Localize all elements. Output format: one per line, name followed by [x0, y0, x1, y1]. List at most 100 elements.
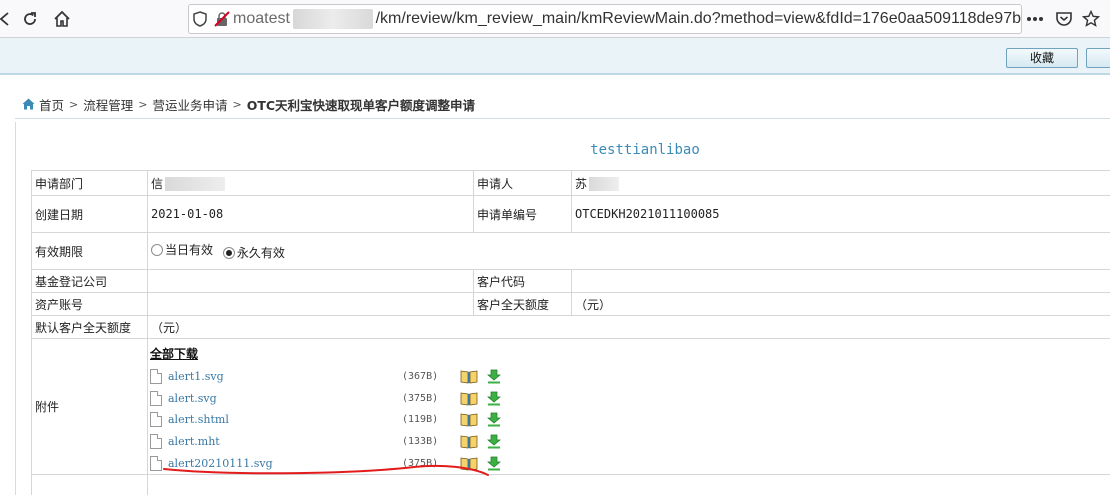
- attachment-row: alert.mht (133B): [150, 431, 1107, 453]
- client-code-label: 客户代码: [473, 269, 572, 293]
- breadcrumb-item-operations[interactable]: 营运业务申请: [152, 95, 227, 114]
- file-icon: [150, 412, 162, 428]
- favorite-button[interactable]: 收藏: [1006, 48, 1078, 68]
- attachment-name-link[interactable]: alert1.svg: [168, 370, 402, 383]
- empty-cell: [147, 473, 1110, 495]
- table-row: 默认客户全天额度 （元）: [31, 315, 1110, 339]
- validity-label: 有效期限: [31, 232, 148, 270]
- radio-icon[interactable]: [151, 243, 163, 256]
- breadcrumb-current: OTC天利宝快速取现单客户额度调整申请: [246, 97, 476, 113]
- file-icon: [150, 455, 162, 471]
- redaction: [165, 177, 226, 191]
- attachments-label: 附件: [31, 338, 148, 475]
- file-icon: [150, 390, 162, 406]
- reload-icon[interactable]: [18, 7, 42, 31]
- url-host: moatest: [233, 10, 290, 27]
- table-row: [31, 473, 1110, 495]
- asset-account-value: [147, 292, 474, 316]
- download-icon[interactable]: [486, 369, 502, 384]
- chevron-right-icon: >: [69, 97, 79, 111]
- table-row: 资产账号 客户全天额度 （元）: [31, 292, 1110, 316]
- next-button[interactable]: [1086, 48, 1110, 68]
- breadcrumb-home[interactable]: 首页: [39, 95, 64, 114]
- attachment-row: alert1.svg (367B): [150, 366, 1107, 388]
- divider: [15, 118, 1110, 119]
- default-limit-label: 默认客户全天额度: [31, 315, 148, 339]
- default-limit-value: （元）: [147, 315, 1110, 339]
- table-row: 申请部门 信 申请人 苏: [31, 170, 1110, 196]
- attachment-name-link[interactable]: alert.shtml: [168, 413, 402, 426]
- validity-radio-permanent[interactable]: 永久有效: [222, 244, 285, 261]
- url-bar[interactable]: moatest /km/review/km_review_main/kmRevi…: [188, 4, 1022, 34]
- attachment-row: alert20210111.svg (375B): [150, 452, 1107, 474]
- attachment-size: (119B): [402, 414, 439, 426]
- attachment-name-link[interactable]: alert20210111.svg: [168, 457, 402, 470]
- table-row: 基金登记公司 客户代码: [31, 269, 1110, 293]
- book-view-icon[interactable]: [460, 456, 478, 471]
- validity-options: 当日有效 永久有效: [147, 232, 1110, 270]
- client-limit-label: 客户全天额度: [473, 292, 572, 316]
- attachment-name-link[interactable]: alert.mht: [168, 435, 402, 448]
- breadcrumb-item-process[interactable]: 流程管理: [83, 95, 133, 114]
- book-view-icon[interactable]: [460, 412, 478, 427]
- attachment-size: (133B): [402, 436, 439, 448]
- dept-value: 信: [147, 170, 474, 196]
- page-header-strip: [0, 38, 1110, 75]
- created-date-value: 2021-01-08: [147, 195, 474, 233]
- empty-cell: [31, 473, 148, 495]
- home-icon: [22, 98, 35, 110]
- url-path: /km/review/km_review_main/kmReviewMain.d…: [375, 10, 1021, 27]
- browser-toolbar: moatest /km/review/km_review_main/kmRevi…: [0, 0, 1110, 38]
- book-view-icon[interactable]: [460, 391, 478, 406]
- book-view-icon[interactable]: [460, 369, 478, 384]
- fund-company-value: [147, 269, 474, 293]
- chevron-right-icon: >: [232, 97, 242, 111]
- home-icon[interactable]: [50, 7, 74, 31]
- attachment-size: (375B): [402, 392, 439, 404]
- attachment-size: (367B): [402, 371, 439, 383]
- pocket-icon[interactable]: [1053, 8, 1075, 30]
- download-all-link[interactable]: 全部下载: [150, 345, 198, 362]
- download-icon[interactable]: [486, 456, 502, 471]
- request-number-value: OTCEDKH2021011100085: [571, 195, 1110, 233]
- file-icon: [150, 369, 162, 385]
- attachment-list: alert1.svg (367B) alert.svg (375B) alert.sht…: [150, 366, 1107, 474]
- request-number-label: 申请单编号: [473, 195, 572, 233]
- url-redaction: [292, 9, 373, 29]
- table-row: 有效期限 当日有效 永久有效: [31, 232, 1110, 270]
- attachment-size: (375B): [402, 457, 439, 469]
- url-text: moatest /km/review/km_review_main/kmRevi…: [233, 9, 1021, 29]
- validity-opt2-label: 永久有效: [236, 246, 285, 260]
- radio-checked-icon[interactable]: [222, 246, 235, 259]
- dept-text: 信: [151, 176, 164, 191]
- validity-radio-today[interactable]: 当日有效: [151, 241, 213, 258]
- applicant-text: 苏: [575, 176, 588, 191]
- bookmark-star-icon[interactable]: [1080, 8, 1102, 30]
- shield-icon[interactable]: [189, 5, 211, 33]
- download-icon[interactable]: [486, 434, 502, 449]
- asset-account-label: 资产账号: [31, 292, 148, 316]
- more-icon[interactable]: [1024, 8, 1046, 30]
- table-row: 创建日期 2021-01-08 申请单编号 OTCEDKH20210111000…: [31, 195, 1110, 233]
- attachment-row: alert.svg (375B): [150, 388, 1107, 410]
- download-icon[interactable]: [486, 391, 502, 406]
- attachment-name-link[interactable]: alert.svg: [168, 392, 402, 405]
- client-limit-value: （元）: [571, 292, 1110, 316]
- chevron-right-icon: >: [138, 97, 148, 111]
- validity-opt1-label: 当日有效: [165, 243, 214, 257]
- table-row: 附件 全部下载 alert1.svg (367B) alert.svg (375B) a…: [31, 338, 1110, 475]
- back-icon[interactable]: [0, 7, 18, 31]
- applicant-value: 苏: [571, 170, 1110, 196]
- file-icon: [150, 434, 162, 450]
- insecure-lock-icon[interactable]: [211, 5, 233, 33]
- breadcrumb: 首页 > 流程管理 > 营运业务申请 > OTC天利宝快速取现单客户额度调整申请: [22, 95, 475, 113]
- redaction: [589, 177, 620, 191]
- applicant-label: 申请人: [473, 170, 572, 196]
- fund-company-label: 基金登记公司: [31, 269, 148, 293]
- review-form: 申请部门 信 申请人 苏 创建日期 2021-01-08 申请单编号 OTCED…: [31, 170, 1110, 495]
- created-date-label: 创建日期: [31, 195, 148, 233]
- book-view-icon[interactable]: [460, 434, 478, 449]
- dept-label: 申请部门: [31, 170, 148, 196]
- download-icon[interactable]: [486, 412, 502, 427]
- client-code-value: [571, 269, 1110, 293]
